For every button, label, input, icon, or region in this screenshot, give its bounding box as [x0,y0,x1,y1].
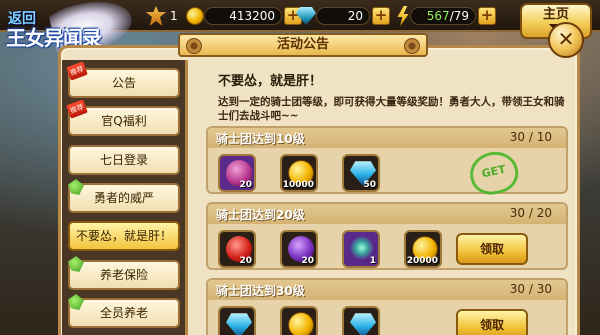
ornament-icon [404,38,420,54]
panel-title-text: 活动公告 [276,37,329,52]
add-gem-button[interactable]: + [372,7,390,25]
gold-display: 413200 + [186,5,302,27]
sidebar-item-label: 养老保险 [99,268,148,282]
tier-name: 骑士团达到20级 [216,208,305,222]
recommended-badge: 推荐 [66,61,88,81]
sidebar-item-label: 七日登录 [99,153,148,167]
claim-button[interactable]: 领取 [456,309,528,335]
home-button-label: 主页 [542,7,569,22]
reward-tier: 骑士团达到30级 30 / 30 领取 [206,278,568,335]
energy-amount: 567/79 [410,7,476,25]
tier-name: 骑士团达到10级 [216,132,305,146]
reward-item[interactable]: 50 [342,154,380,192]
reward-item[interactable] [280,306,318,335]
sidebar-item-hero-majesty[interactable]: 勇者的威严 [68,179,180,213]
reward-item[interactable]: 20 [218,154,256,192]
energy-display: 567/79 + [396,5,496,27]
reward-tier: 骑士团达到10级 30 / 10 20 10000 50 GET [206,126,568,199]
tier-header: 骑士团达到10级 30 / 10 [208,128,566,148]
reward-quantity: 20000 [406,256,438,266]
gem-amount: 20 [316,7,370,25]
tier-progress: 30 / 10 [509,130,552,144]
leaf-icon [68,256,84,272]
sidebar-item-label: 官Q福利 [101,114,147,128]
sidebar-item-seven-day-login[interactable]: 七日登录 [68,145,180,175]
gem-icon [350,313,376,335]
tier-progress: 30 / 30 [509,282,552,296]
reward-item[interactable]: 10000 [280,154,318,192]
panel-title: 活动公告 [178,33,428,57]
leaf-icon [68,294,84,310]
activity-content: 不要怂，就是肝！ 达到一定的骑士团等级，即可获得大量等级奖励！勇者大人，带领王女… [198,62,574,335]
reward-quantity: 50 [363,180,376,190]
activity-sidebar: 推荐 公告 推荐 官Q福利 七日登录 勇者的威严 不要怂，就是肝！ 养老保险 全… [62,60,188,335]
sidebar-item-pension[interactable]: 养老保险 [68,256,180,290]
reward-quantity: 20 [239,256,252,266]
reward-quantity: 1 [369,256,376,266]
reward-item[interactable]: 20 [218,230,256,268]
tier-progress: 30 / 20 [509,206,552,220]
claim-button[interactable]: 领取 [456,233,528,265]
add-energy-button[interactable]: + [478,7,496,25]
gem-display: 20 + [296,5,390,27]
reward-quantity: 20 [239,180,252,190]
sidebar-item-label: 公告 [111,76,136,90]
ornament-icon [186,38,202,54]
reward-items: 20 20 1 20000 领取 [208,224,566,268]
tier-header: 骑士团达到30级 30 / 30 [208,280,566,300]
reward-quantity: 20 [301,256,314,266]
tier-name: 骑士团达到30级 [216,284,305,298]
energy-bolt-icon [397,6,409,26]
level-display: 1 [146,5,178,27]
reward-items: 领取 [208,300,566,335]
gold-amount: 413200 [204,7,282,25]
reward-quantity: 10000 [282,180,314,190]
recommended-badge: 推荐 [66,99,88,119]
energy-current: 567 [426,9,450,23]
gold-coin-icon [288,312,314,335]
reward-item[interactable] [342,306,380,335]
player-level: 1 [170,9,178,23]
leaf-icon [68,179,84,195]
rank-icon [146,6,166,26]
reward-item[interactable]: 20 [280,230,318,268]
sidebar-item-all-pension[interactable]: 全员养老 [68,294,180,328]
reward-item[interactable]: 1 [342,230,380,268]
announcement-title: 不要怂，就是肝！ [218,74,323,89]
close-button[interactable]: ✕ [548,22,584,58]
gold-coin-icon [186,7,204,25]
reward-item[interactable]: 20000 [404,230,442,268]
sidebar-item-notice[interactable]: 推荐 公告 [66,61,180,98]
tier-header: 骑士团达到20级 30 / 20 [208,204,566,224]
sidebar-item-label: 不要怂，就是肝！ [75,229,172,243]
gem-icon [296,7,316,25]
reward-items: 20 10000 50 GET [208,147,566,199]
gem-icon [226,313,252,335]
reward-item[interactable] [218,306,256,335]
claimed-stamp-icon: GET [466,147,522,199]
announcement-description: 达到一定的骑士团等级，即可获得大量等级奖励！勇者大人，带领王女和骑士们去战斗吧~… [218,96,565,122]
sidebar-item-qq-welfare[interactable]: 推荐 官Q福利 [66,99,180,136]
sidebar-item-grind[interactable]: 不要怂，就是肝！ [68,221,180,251]
sidebar-item-label: 全员养老 [99,306,148,320]
reward-tier: 骑士团达到20级 30 / 20 20 20 1 20000 领取 [206,202,568,270]
sidebar-item-label: 勇者的威严 [93,191,154,205]
energy-max: /79 [449,9,469,23]
